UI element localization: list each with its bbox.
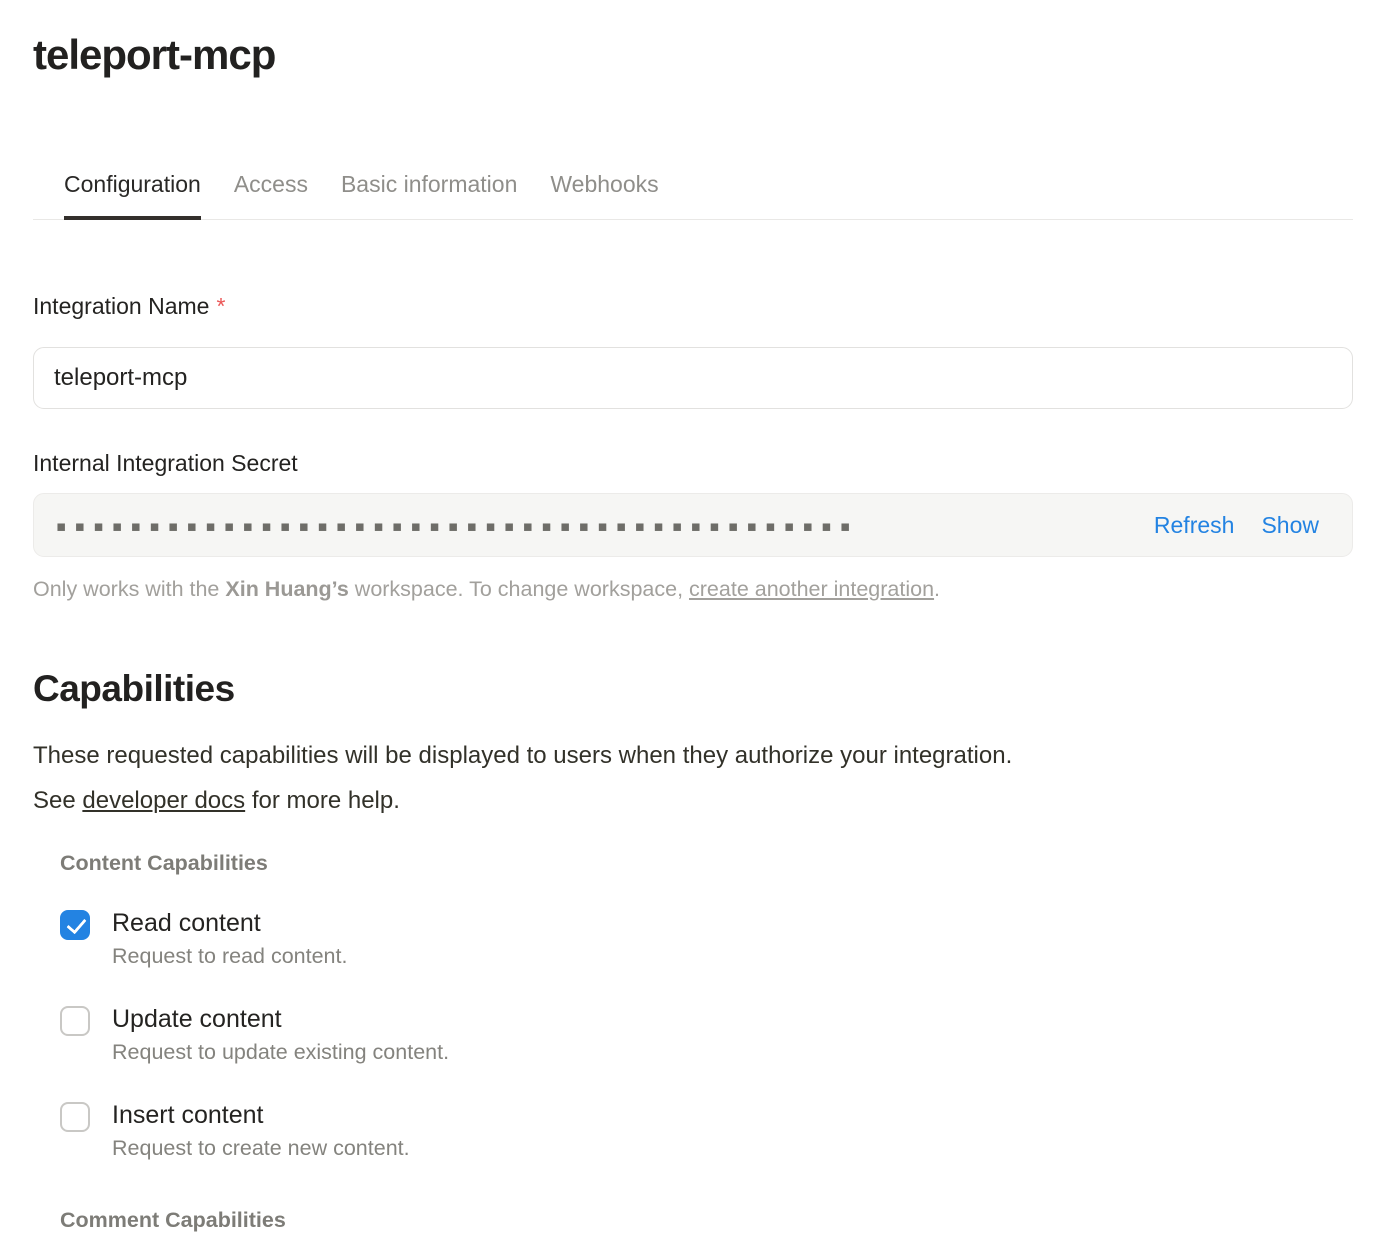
capability-texts: Update content Request to update existin… <box>112 1004 449 1065</box>
tab-bar: Configuration Access Basic information W… <box>33 171 1353 220</box>
tab-webhooks[interactable]: Webhooks <box>550 171 658 219</box>
capability-label: Insert content <box>112 1100 410 1130</box>
integration-name-label-text: Integration Name <box>33 293 209 319</box>
tab-configuration[interactable]: Configuration <box>64 171 201 220</box>
insert-content-checkbox[interactable] <box>60 1102 90 1132</box>
page-title: teleport-mcp <box>33 30 1353 80</box>
capability-row-read-content: Read content Request to read content. <box>60 908 1353 969</box>
update-content-checkbox[interactable] <box>60 1006 90 1036</box>
capabilities-list: Content Capabilities Read content Reques… <box>60 850 1353 1233</box>
capability-description: Request to create new content. <box>112 1135 410 1161</box>
content-capabilities-section-label: Content Capabilities <box>60 850 1353 876</box>
required-asterisk: * <box>216 293 225 319</box>
comment-capabilities-section-label: Comment Capabilities <box>60 1207 1353 1233</box>
capabilities-heading: Capabilities <box>33 666 1353 711</box>
tab-access[interactable]: Access <box>234 171 308 219</box>
capability-label: Update content <box>112 1004 449 1034</box>
capability-label: Read content <box>112 908 347 938</box>
capability-texts: Insert content Request to create new con… <box>112 1100 410 1161</box>
capabilities-description-line1: These requested capabilities will be dis… <box>33 733 1353 778</box>
description-line2-suffix: for more help. <box>245 787 400 814</box>
integration-name-label: Integration Name * <box>33 293 1353 320</box>
helper-suffix: . <box>934 577 940 601</box>
integration-name-input[interactable] <box>33 347 1353 409</box>
capability-row-insert-content: Insert content Request to create new con… <box>60 1100 1353 1161</box>
capabilities-description-line2: See developer docs for more help. <box>33 778 1353 823</box>
helper-prefix: Only works with the <box>33 577 225 601</box>
capability-description: Request to read content. <box>112 943 347 969</box>
helper-middle: workspace. To change workspace, <box>349 577 689 601</box>
developer-docs-link[interactable]: developer docs <box>82 787 245 814</box>
capability-description: Request to update existing content. <box>112 1039 449 1065</box>
capability-row-update-content: Update content Request to update existin… <box>60 1004 1353 1065</box>
refresh-secret-link[interactable]: Refresh <box>1154 512 1235 539</box>
capability-texts: Read content Request to read content. <box>112 908 347 969</box>
create-another-integration-link[interactable]: create another integration <box>689 577 934 601</box>
masked-secret-value: ▪▪▪▪▪▪▪▪▪▪▪▪▪▪▪▪▪▪▪▪▪▪▪▪▪▪▪▪▪▪▪▪▪▪▪▪▪▪▪▪… <box>56 517 1154 535</box>
tab-basic-information[interactable]: Basic information <box>341 171 517 219</box>
secret-actions: Refresh Show <box>1154 512 1319 539</box>
show-secret-link[interactable]: Show <box>1261 512 1319 539</box>
description-line2-prefix: See <box>33 787 82 814</box>
workspace-name: Xin Huang’s <box>225 577 348 601</box>
capabilities-description: These requested capabilities will be dis… <box>33 733 1353 823</box>
secret-helper-text: Only works with the Xin Huang’s workspac… <box>33 576 1353 602</box>
integration-secret-label: Internal Integration Secret <box>33 450 1353 477</box>
checkmark-icon <box>66 914 86 935</box>
read-content-checkbox[interactable] <box>60 910 90 940</box>
integration-settings-page: teleport-mcp Configuration Access Basic … <box>33 30 1353 1233</box>
integration-secret-field: ▪▪▪▪▪▪▪▪▪▪▪▪▪▪▪▪▪▪▪▪▪▪▪▪▪▪▪▪▪▪▪▪▪▪▪▪▪▪▪▪… <box>33 493 1353 557</box>
